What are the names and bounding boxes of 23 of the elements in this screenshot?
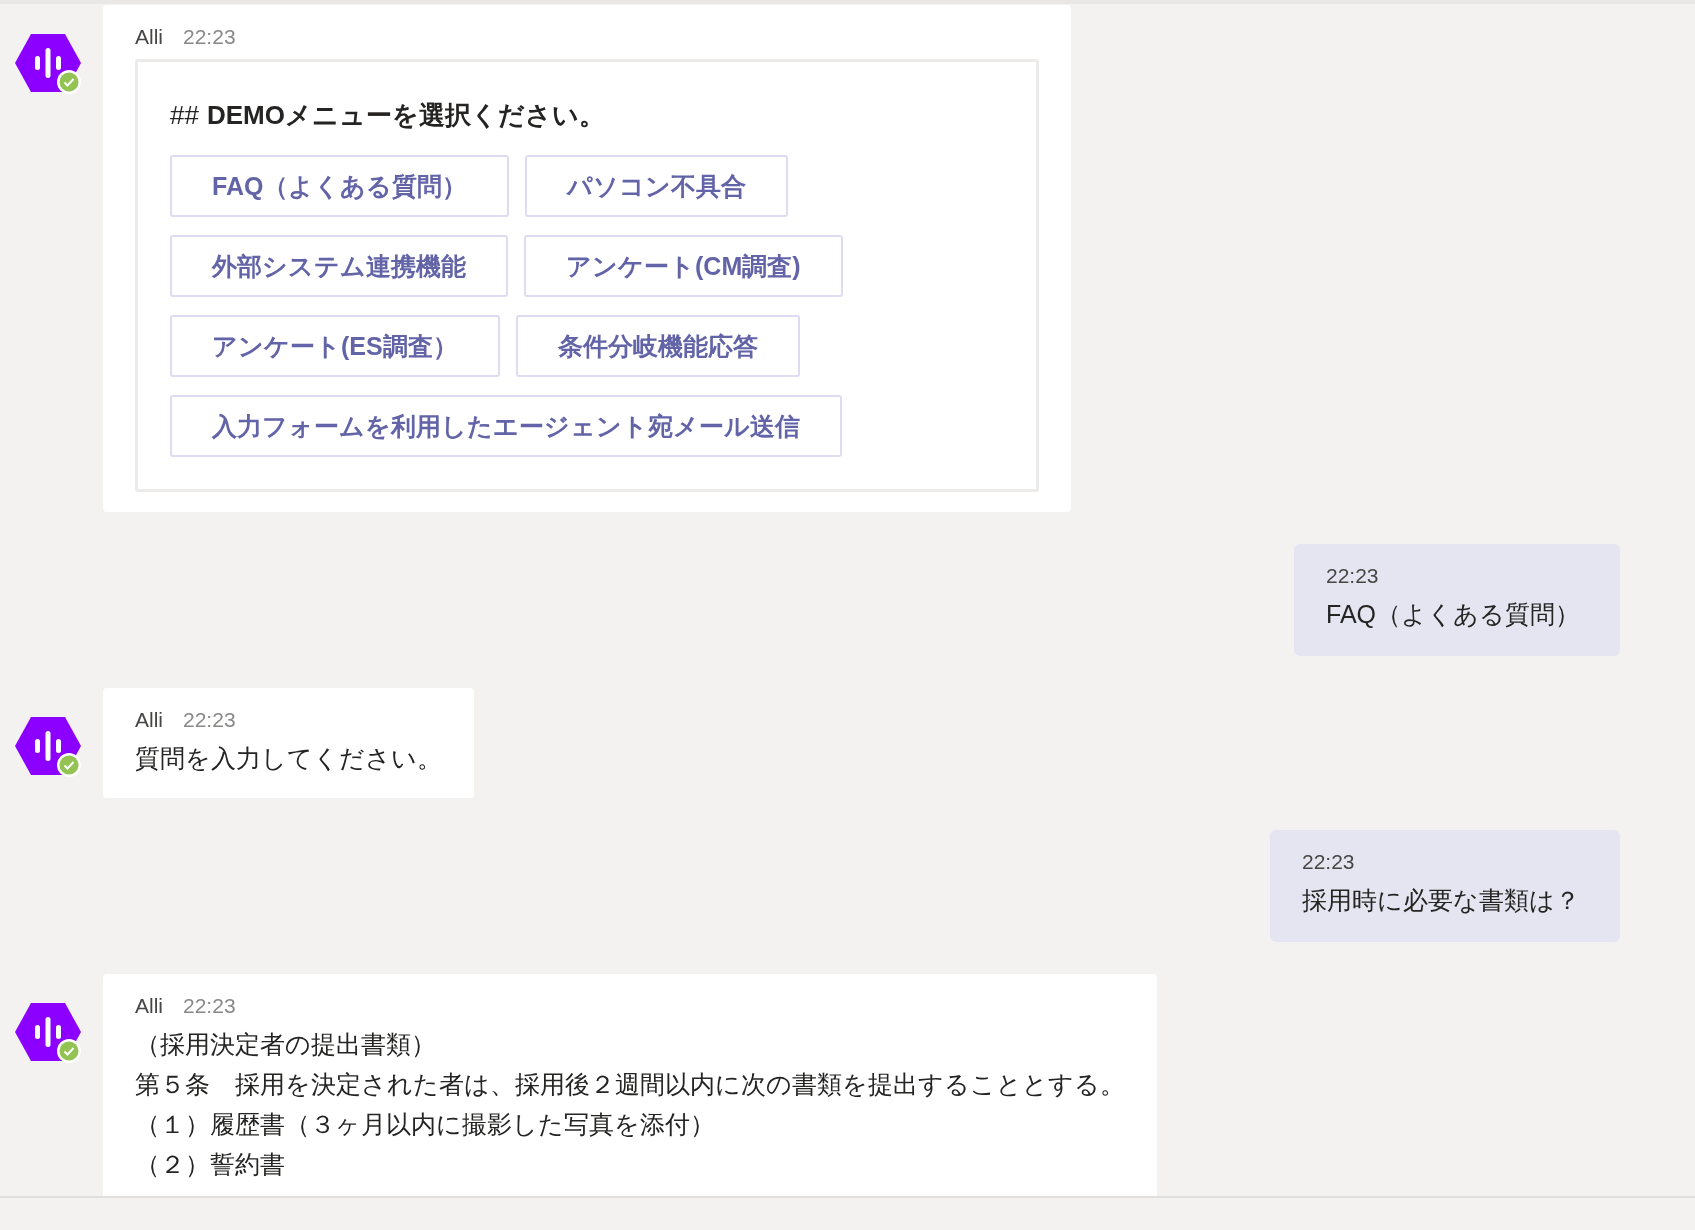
message-text: （１）履歴書（３ヶ月以内に撮影した写真を添付） <box>135 1109 716 1140</box>
message-text: 採用時に必要な書類は？ <box>1302 885 1580 916</box>
message-text: FAQ（よくある質問） <box>1326 599 1580 630</box>
message-time: 22:23 <box>183 25 236 49</box>
message-text: （採用決定者の提出書類） <box>135 1029 437 1060</box>
menu-button[interactable]: 外部システム連携機能 <box>170 235 508 297</box>
menu-button[interactable]: アンケート(CM調査) <box>524 235 843 297</box>
menu-button[interactable]: アンケート(ES調査） <box>170 315 500 377</box>
sender-name: Alli <box>135 708 163 732</box>
sender-name: Alli <box>135 25 163 49</box>
menu-button[interactable]: 入力フォームを利用したエージェント宛メール送信 <box>170 395 842 457</box>
message-time: 22:23 <box>183 708 236 732</box>
message-text: 第５条 採用を決定された者は、採用後２週間以内に次の書類を提出することとする。 <box>135 1069 1125 1100</box>
menu-button[interactable]: FAQ（よくある質問） <box>170 155 510 217</box>
message-time: 22:23 <box>1302 850 1356 874</box>
message-time: 22:23 <box>183 994 236 1018</box>
sender-name: Alli <box>135 994 163 1018</box>
message-time: 22:23 <box>1326 564 1380 588</box>
menu-button[interactable]: 条件分岐機能応答 <box>515 315 800 377</box>
message-text: 質問を入力してください。 <box>135 743 442 774</box>
card-title: ## DEMOメニューを選択ください。 <box>170 99 606 132</box>
message-text: （２）誓約書 <box>135 1149 286 1180</box>
menu-button[interactable]: パソコン不具合 <box>525 155 789 217</box>
